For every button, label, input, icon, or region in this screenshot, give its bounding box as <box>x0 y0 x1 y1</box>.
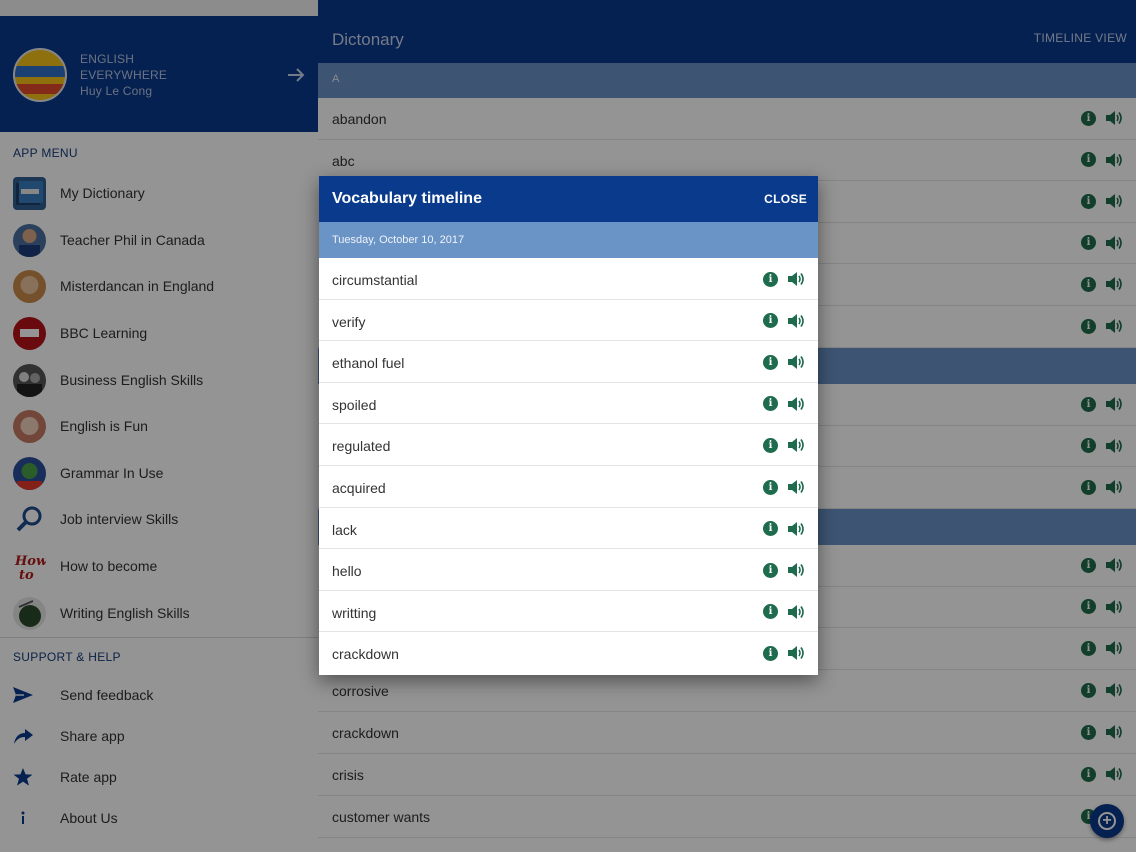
timeline-item[interactable]: circumstantial i <box>319 258 818 300</box>
word-text: writting <box>332 604 377 621</box>
speaker-icon[interactable] <box>787 312 806 330</box>
timeline-item[interactable]: crackdown i <box>319 632 818 674</box>
word-text: acquired <box>332 480 386 496</box>
word-text: hello <box>332 563 362 580</box>
word-text: spoiled <box>332 396 377 413</box>
timeline-item[interactable]: ethanol fuel i <box>319 341 818 383</box>
speaker-icon[interactable] <box>787 520 806 538</box>
info-icon[interactable]: i <box>763 604 778 620</box>
info-icon[interactable]: i <box>763 437 778 453</box>
info-icon[interactable]: i <box>763 479 778 495</box>
speaker-icon[interactable] <box>787 603 806 621</box>
info-icon[interactable]: i <box>763 521 778 537</box>
speaker-icon[interactable] <box>787 644 806 662</box>
timeline-item[interactable]: acquired i <box>319 466 818 508</box>
close-button[interactable]: CLOSE <box>764 192 807 206</box>
date-header: Tuesday, October 10, 2017 <box>319 222 818 258</box>
info-icon[interactable]: i <box>763 396 778 412</box>
timeline-item[interactable]: regulated i <box>319 424 818 466</box>
word-text: lack <box>332 521 357 538</box>
dialog-title: Vocabulary timeline <box>332 190 482 207</box>
date-label: Tuesday, October 10, 2017 <box>332 234 465 246</box>
timeline-item[interactable]: writting i <box>319 590 818 633</box>
timeline-item[interactable]: lack i <box>319 507 818 550</box>
speaker-icon[interactable] <box>787 478 806 496</box>
speaker-icon[interactable] <box>787 395 806 413</box>
info-icon[interactable]: i <box>763 354 778 370</box>
timeline-item[interactable]: verify i <box>319 299 818 342</box>
dialog-header: Vocabulary timeline CLOSE <box>319 176 818 222</box>
info-icon[interactable]: i <box>763 645 778 661</box>
info-icon[interactable]: i <box>763 562 778 578</box>
speaker-icon[interactable] <box>787 353 806 371</box>
word-text: crackdown <box>332 646 399 663</box>
speaker-icon[interactable] <box>787 436 806 454</box>
word-text: circumstantial <box>332 272 418 288</box>
word-text: regulated <box>332 438 391 455</box>
info-icon[interactable]: i <box>763 271 778 287</box>
timeline-item[interactable]: hello i <box>319 549 818 591</box>
vocabulary-timeline-dialog: Vocabulary timeline CLOSE Tuesday, Octob… <box>319 176 818 675</box>
word-text: verify <box>332 313 366 330</box>
timeline-item[interactable]: spoiled i <box>319 382 818 425</box>
word-text: ethanol fuel <box>332 355 405 372</box>
speaker-icon[interactable] <box>787 561 806 579</box>
speaker-icon[interactable] <box>787 270 806 288</box>
info-icon[interactable]: i <box>763 313 778 329</box>
